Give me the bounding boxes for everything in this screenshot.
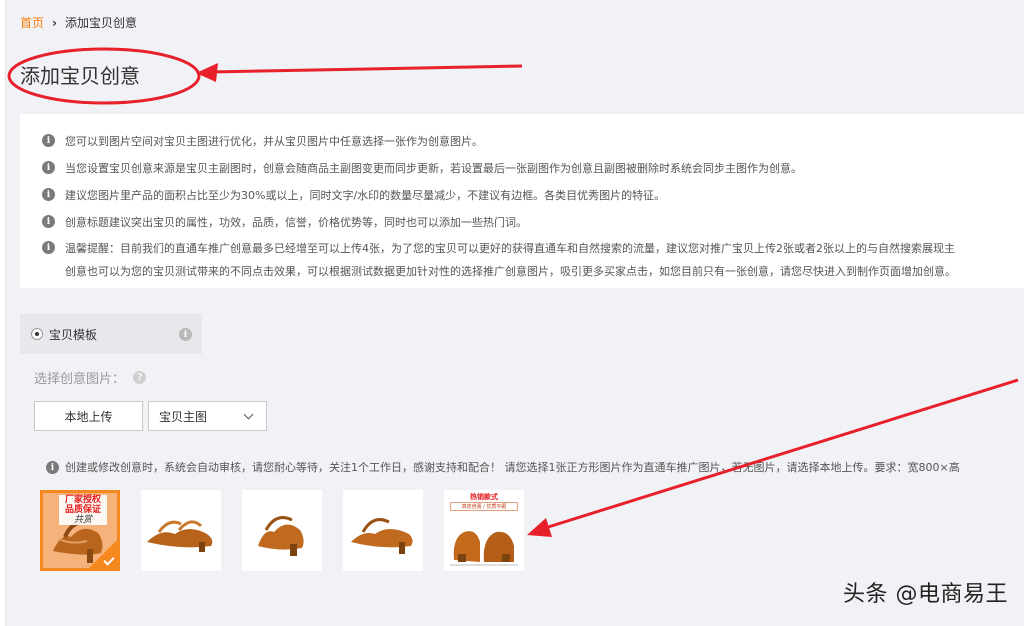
left-sidebar-strip [0,0,6,626]
info-icon: i [42,188,55,201]
breadcrumb-current: 添加宝贝创意 [64,16,137,30]
breadcrumb-home-link[interactable]: 首页 [20,14,44,31]
badge-signature: 共赏 [73,515,92,525]
chevron-down-icon [243,409,254,420]
notice-item: i 创意标题建议突出宝贝的属性，功效，品质，信誉，价格优势等，同时也可以添加一些… [42,214,527,230]
image-thumbnail[interactable] [343,490,423,571]
image-source-select[interactable]: 宝贝主图 [148,401,267,431]
notice-item: i 您可以到图片空间对宝贝主图进行优化，并从宝贝图片中任意选择一张作为创意图片。 [42,133,483,149]
info-icon: i [42,161,55,174]
notice-item: i 当您设置宝贝创意来源是宝贝主副图时，创意会随商品主副图变更而同步更新，若设置… [42,160,802,176]
info-icon: i [42,134,55,147]
badge-line: 品质保证 [64,505,101,515]
tab-template[interactable]: 宝贝模板 i [20,314,202,354]
image-thumbnail[interactable]: 厂家授权 品质保证 共赏 [40,490,120,571]
watermark: 头条 @电商易王 [843,582,1008,607]
notice-text: 建议您图片里产品的面积占比至少为30%或以上，同时文字/水印的数量尽量减少，不建… [65,189,666,202]
thumbnail-badge: 厂家授权 品质保证 共赏 [59,495,107,525]
selected-corner [89,540,117,568]
notice-text: 创意标题建议突出宝贝的属性，功效，品质，信誉，价格优势等，同时也可以添加一些热门… [65,216,527,229]
info-icon: i [42,241,55,254]
notice-item: i 建议您图片里产品的面积占比至少为30%或以上，同时文字/水印的数量尽量减少，… [42,187,665,203]
local-upload-button[interactable]: 本地上传 [34,401,143,431]
breadcrumb: 首页 › 添加宝贝创意 [20,14,137,31]
shoe-image-icon [351,518,413,554]
info-icon: i [46,461,59,474]
tab-template-label: 宝贝模板 [49,328,98,342]
page-title: 添加宝贝创意 [20,64,140,88]
notice-item: i 温馨提醒：目前我们的直通车推广创意最多已经增至可以上传4张，为了您的宝贝可以… [42,240,956,279]
select-image-label-text: 选择创意图片： [34,372,126,387]
shoe-image-icon [147,520,213,552]
question-circle-icon[interactable]: ? [133,371,147,384]
breadcrumb-separator-icon: › [52,15,57,30]
image-thumbnail[interactable] [242,490,322,571]
template-radio[interactable] [31,328,43,340]
thumbnail-top-label: 热销款式 [470,493,498,501]
image-thumbnail[interactable] [141,490,221,571]
notice-text: 温馨提醒：目前我们的直通车推广创意最多已经增至可以上传4张，为了您的宝贝可以更好… [65,242,955,255]
badge-line: 厂家授权 [64,495,101,505]
image-thumbnail-list: 厂家授权 品质保证 共赏 热销款式 真皮芭蕾 / 优质平跟 [40,490,524,571]
info-icon[interactable]: i [179,328,192,341]
notice-panel: i 您可以到图片空间对宝贝主图进行优化，并从宝贝图片中任意选择一张作为创意图片。… [20,114,1024,288]
notice-text: 当您设置宝贝创意来源是宝贝主副图时，创意会随商品主副图变更而同步更新，若设置最后… [65,162,802,175]
thumbnail-sub-label: 真皮芭蕾 / 优质平跟 [450,502,518,511]
review-note-text: 创建或修改创意时，系统会自动审核，请您耐心等待，关注1个工作日，感谢支持和配合！… [65,461,960,474]
review-note: i 创建或修改创意时，系统会自动审核，请您耐心等待，关注1个工作日，感谢支持和配… [46,459,960,475]
shoe-image-icon [258,516,304,556]
select-image-label: 选择创意图片： ? [34,368,147,387]
info-icon: i [42,215,55,228]
notice-text-continuation: 创意也可以为您的宝贝测试带来的不同点击效果，可以根据测试数据更加针对性的选择推广… [65,265,956,278]
image-source-select-value: 宝贝主图 [159,409,208,424]
notice-text: 您可以到图片空间对宝贝主图进行优化，并从宝贝图片中任意选择一张作为创意图片。 [65,135,483,148]
image-thumbnail[interactable]: 热销款式 真皮芭蕾 / 优质平跟 [444,490,524,571]
